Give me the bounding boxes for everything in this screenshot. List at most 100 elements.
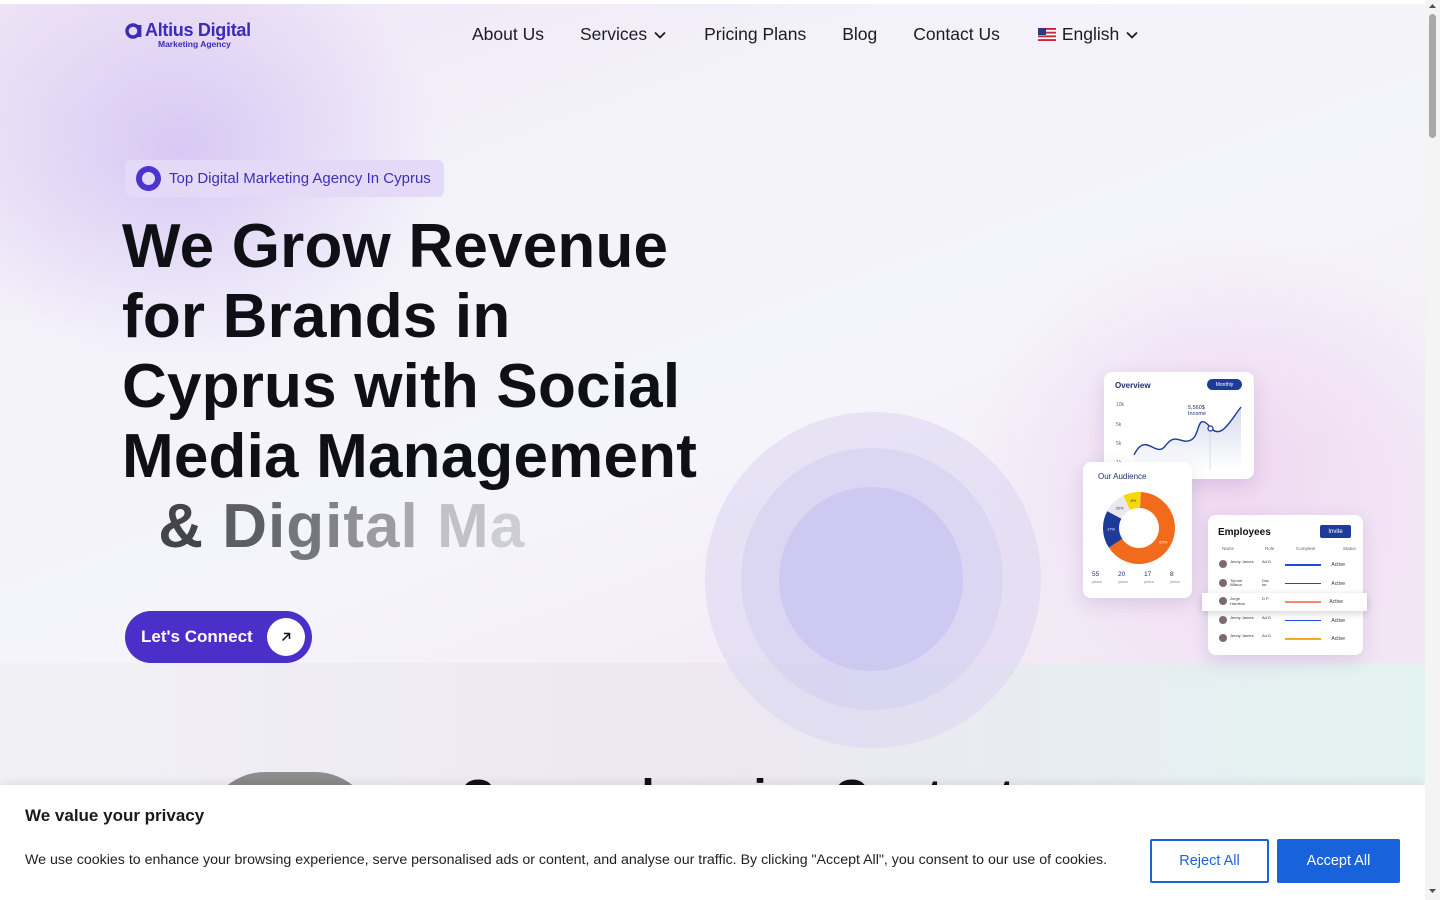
logo-icon <box>125 22 142 39</box>
stat-label: years <box>1118 579 1128 584</box>
hero-badge: Top Digital Marketing Agency In Cyprus <box>125 160 444 197</box>
audience-stat: 8 years <box>1170 571 1190 585</box>
cookie-title: We value your privacy <box>25 806 205 825</box>
typed-letter: M <box>436 492 490 561</box>
donut-slice-label: 17% <box>1107 527 1115 532</box>
language-selector[interactable]: English <box>1037 24 1139 45</box>
hero-title-line: We Grow Revenue <box>122 212 669 281</box>
progress-bar <box>1285 638 1321 640</box>
donut-slice-label: 8% <box>1131 498 1137 503</box>
progress-bar <box>1285 601 1321 603</box>
chevron-down-icon <box>1126 31 1138 39</box>
avatar <box>1219 560 1227 568</box>
donut-slice-label: 65% <box>1159 539 1167 544</box>
employee-status: Active <box>1331 562 1345 568</box>
reject-all-button[interactable]: Reject All <box>1150 839 1269 883</box>
employees-title: Employees <box>1218 527 1271 538</box>
decorative-ring <box>779 487 963 671</box>
stat-value: 8 <box>1170 571 1174 578</box>
employee-role: Ad D <box>1262 614 1271 620</box>
scroll-down-icon[interactable] <box>1428 887 1437 895</box>
hero-title-line: Cyprus with Social <box>122 352 681 421</box>
typed-letter <box>204 492 222 562</box>
audience-title: Our Audience <box>1098 472 1147 481</box>
badge-text: Top Digital Marketing Agency In Cyprus <box>169 170 431 187</box>
typed-letter <box>419 492 437 562</box>
typed-letter: g <box>286 492 326 561</box>
scrollbar-thumb[interactable] <box>1429 14 1436 138</box>
typed-letter: a <box>489 492 526 561</box>
brand-mark-icon <box>136 166 161 191</box>
column-header: Role <box>1265 546 1275 551</box>
language-label: English <box>1061 24 1120 44</box>
nav-contact-us[interactable]: Contact Us <box>913 24 1000 45</box>
table-row[interactable]: Jenny James Ad D Active <box>1208 556 1363 574</box>
employee-role: Ad D <box>1262 633 1271 638</box>
avatar <box>1219 615 1227 624</box>
typed-text: & Digital Ma <box>140 492 525 562</box>
typed-letter: i <box>268 492 287 561</box>
employee-role: Doc tor <box>1262 577 1270 587</box>
nav-label: Pricing Plans <box>704 24 807 44</box>
invite-button[interactable]: Invite <box>1320 525 1351 538</box>
nav-label: Blog <box>842 24 878 44</box>
typed-letter: l <box>400 492 419 561</box>
avatar <box>1219 597 1227 605</box>
top-border <box>0 0 1440 4</box>
hero-title: We Grow Revenue for Brands in Cyprus wit… <box>122 212 742 492</box>
y-tick: 10k <box>1116 402 1125 408</box>
typed-letter: a <box>365 492 401 561</box>
typed-letter: t <box>343 492 366 561</box>
period-pill: Monthly <box>1207 379 1242 390</box>
employee-name: Jorge Harrison <box>1230 596 1246 606</box>
employee-name: Jenny James <box>1230 559 1254 564</box>
nav-label: About Us <box>472 24 544 44</box>
typed-letter: i <box>325 492 344 561</box>
audience-card: Our Audience 65% 17% 20% 8% 55 years 20 years… <box>1083 462 1192 598</box>
overview-title: Overview <box>1115 381 1151 390</box>
avatar <box>1219 634 1227 642</box>
cta-label: Let's Connect <box>141 627 253 646</box>
lets-connect-button[interactable]: Let's Connect <box>125 611 312 663</box>
employee-status: Active <box>1329 599 1343 605</box>
employee-role: Ad D <box>1262 559 1271 564</box>
audience-stats: 55 years 20 years 17 years 8 years <box>1092 571 1190 585</box>
audience-stat: 20 years <box>1118 571 1138 585</box>
typed-letter: & <box>158 492 205 561</box>
donut-slice-label: 20% <box>1116 505 1124 510</box>
arrow-up-right-icon <box>281 632 291 642</box>
table-row[interactable]: Jenny James Ad D Active <box>1208 630 1363 648</box>
typed-letter: D <box>222 492 269 561</box>
chevron-down-icon <box>654 31 666 39</box>
column-header: Complete <box>1296 546 1316 551</box>
cookie-text: We use cookies to enhance your browsing … <box>25 852 1108 868</box>
progress-bar <box>1285 619 1321 621</box>
nav-about-us[interactable]: About Us <box>472 24 544 45</box>
employee-name: Jenny James <box>1230 614 1254 620</box>
logo[interactable]: Altius Digital Marketing Agency <box>125 20 251 49</box>
nav-blog[interactable]: Blog <box>842 24 877 45</box>
nav-label: Services <box>579 24 648 44</box>
cookie-banner: We value your privacy We use cookies to … <box>0 785 1425 900</box>
stat-value: 55 <box>1092 571 1100 578</box>
scrollbar[interactable] <box>1425 0 1440 900</box>
y-tick: 5k <box>1116 441 1122 447</box>
progress-bar <box>1285 582 1321 584</box>
table-row[interactable]: Tyrone Wilson Doc tor Active <box>1208 575 1363 593</box>
main-nav: About Us Services Pricing Plans Blog Con… <box>472 24 1139 45</box>
employee-role: D P <box>1262 596 1269 601</box>
table-row[interactable]: Jorge Harrison D P Active <box>1202 593 1367 611</box>
nav-pricing-plans[interactable]: Pricing Plans <box>704 24 806 45</box>
stat-label: years <box>1144 579 1154 584</box>
column-header: Status <box>1343 546 1356 551</box>
employee-status: Active <box>1331 580 1345 587</box>
employees-card: Employees Invite Name Role Complete Stat… <box>1202 515 1367 655</box>
table-row[interactable]: Jenny James Ad D Active <box>1208 612 1363 630</box>
accept-all-button[interactable]: Accept All <box>1277 839 1400 883</box>
scroll-up-icon[interactable] <box>1428 2 1437 10</box>
cta-icon-circle <box>267 618 305 656</box>
column-header: Name <box>1222 546 1235 551</box>
logo-name: Altius Digital <box>145 20 251 40</box>
nav-services[interactable]: Services <box>580 24 667 45</box>
y-tick: 5k <box>1116 422 1122 428</box>
